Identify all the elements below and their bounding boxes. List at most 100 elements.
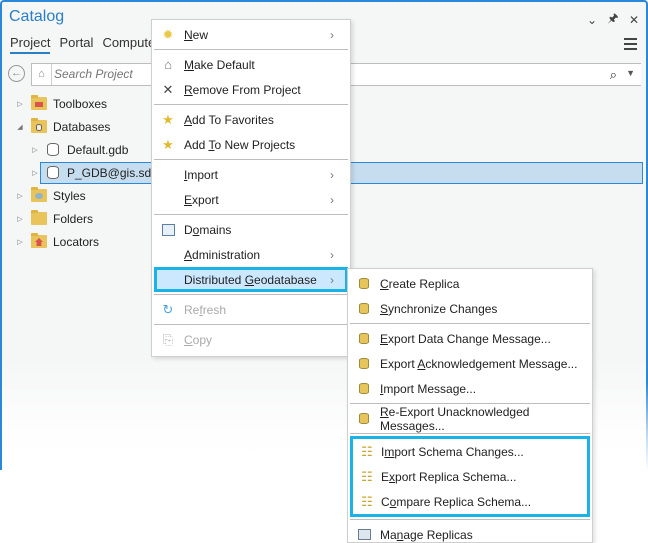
pane-controls: ⌄ 🖈︎ ✕ — [586, 9, 640, 30]
submenu-item-import-message[interactable]: Import Message... — [348, 376, 592, 401]
submenu-arrow-icon: › — [330, 272, 334, 287]
menu-separator — [154, 104, 348, 105]
import-schema-icon: ☷ — [361, 443, 373, 459]
menu-item-label: Re-Export Unacknowledged Messages... — [380, 404, 530, 433]
mnemonic-letter: n — [396, 527, 404, 542]
tree-item-label: Locators — [53, 234, 100, 249]
menu-hamburger-icon[interactable] — [624, 38, 637, 53]
expand-caret-icon[interactable]: ▷ — [30, 169, 40, 177]
menu-item-label: Import Message... — [380, 381, 477, 396]
search-icon[interactable]: ⌕ — [610, 67, 617, 83]
collapse-caret-icon[interactable]: ◢ — [15, 123, 25, 131]
chevron-down-icon[interactable]: ⌄ — [586, 13, 598, 27]
mnemonic-letter: C — [380, 276, 389, 291]
tab-portal[interactable]: Portal — [59, 35, 93, 54]
menu-item-add-to-favorites[interactable]: ★ Add To Favorites — [152, 107, 350, 132]
menu-item-new[interactable]: ✹ New › — [152, 22, 350, 47]
menu-item-remove-from-project[interactable]: ✕ Remove From Project — [152, 77, 350, 102]
menu-item-administration[interactable]: Administration › — [152, 242, 350, 267]
submenu-arrow-icon: › — [330, 167, 334, 182]
menu-item-label: Manage Replicas — [380, 527, 473, 542]
menu-item-copy[interactable]: ⎘ Copy — [152, 327, 350, 352]
export-schema-icon: ☷ — [361, 468, 373, 484]
chevron-down-icon[interactable]: ▼ — [626, 68, 635, 78]
submenu-item-synchronize-changes[interactable]: Synchronize Changes — [348, 296, 592, 321]
mnemonic-letter: I — [380, 381, 384, 396]
default-gdb-icon — [47, 143, 59, 156]
star-pin-icon: ★ — [162, 136, 174, 152]
mnemonic-letter: E — [380, 331, 389, 346]
expand-caret-icon[interactable]: ▷ — [15, 215, 25, 223]
tree-item-label: Databases — [53, 119, 111, 134]
pane-tabs: Project Portal Computer — [10, 35, 160, 54]
mnemonic-letter: A — [184, 247, 193, 262]
menu-item-label: Export Data Change Message... — [380, 331, 551, 346]
submenu-arrow-icon: › — [330, 27, 334, 42]
expand-caret-icon[interactable]: ▷ — [30, 146, 40, 154]
star-icon: ★ — [162, 111, 174, 127]
menu-separator — [154, 159, 348, 160]
mnemonic-letter: C — [184, 332, 193, 347]
export-data-change-icon — [359, 333, 369, 344]
schema-items-highlight-box: ☷ Import Schema Changes... ☷ Export Repl… — [350, 436, 590, 517]
submenu-item-export-replica-schema[interactable]: ☷ Export Replica Schema... — [353, 464, 587, 489]
folder-icon — [31, 210, 47, 225]
mnemonic-letter: o — [192, 222, 200, 237]
menu-item-label: Export Acknowledgement Message... — [380, 356, 578, 371]
menu-item-import[interactable]: Import › — [152, 162, 350, 187]
mnemonic-letter: E — [184, 192, 193, 207]
context-menu: ✹ New › ⌂ Make Default ✕ Remove From Pro… — [151, 19, 351, 357]
submenu-item-re-export-unacknowledged[interactable]: Re-Export Unacknowledged Messages... — [348, 404, 592, 433]
submenu-item-manage-replicas[interactable]: Manage Replicas — [348, 522, 592, 543]
mnemonic-letter: f — [199, 302, 203, 317]
expand-caret-icon[interactable]: ▷ — [15, 238, 25, 246]
tree-item-label: Default.gdb — [67, 142, 129, 157]
menu-item-refresh[interactable]: ↻ Refresh — [152, 297, 350, 322]
menu-item-label: Add To Favorites — [184, 112, 274, 127]
expand-caret-icon[interactable]: ▷ — [15, 100, 25, 108]
tab-project[interactable]: Project — [10, 35, 51, 54]
menu-separator — [154, 324, 348, 325]
menu-item-label: Administration — [184, 247, 261, 262]
submenu-item-export-acknowledgement-message[interactable]: Export Acknowledgement Message... — [348, 351, 592, 376]
home-icon[interactable]: ⌂ — [32, 64, 52, 85]
tree-item-label: Folders — [53, 211, 94, 226]
menu-item-domains[interactable]: Domains — [152, 217, 350, 242]
pin-icon[interactable]: 🖈︎ — [607, 9, 619, 30]
tree-item-label: P_GDB@gis.sde — [67, 165, 158, 180]
submenu-item-create-replica[interactable]: Create Replica — [348, 271, 592, 296]
menu-item-label: Domains — [184, 222, 232, 237]
menu-separator — [154, 294, 348, 295]
mnemonic-letter: o — [389, 494, 397, 509]
menu-item-label: Distributed Geodatabase — [184, 272, 317, 287]
menu-item-label: Import Schema Changes... — [381, 444, 524, 459]
menu-item-distributed-geodatabase[interactable]: Distributed Geodatabase › — [154, 267, 348, 292]
pane-title: Catalog — [9, 8, 65, 25]
distributed-geodatabase-submenu: Create Replica Synchronize Changes Expor… — [347, 268, 593, 543]
export-acknowledgement-icon — [359, 358, 369, 369]
mnemonic-letter: R — [380, 404, 389, 419]
sde-connection-icon — [47, 166, 59, 179]
submenu-item-import-schema-changes[interactable]: ☷ Import Schema Changes... — [353, 439, 587, 464]
refresh-icon: ↻ — [162, 301, 174, 317]
mnemonic-letter: S — [380, 301, 389, 316]
mnemonic-letter: T — [208, 137, 215, 152]
tree-item-label: Toolboxes — [53, 96, 108, 111]
menu-item-make-default[interactable]: ⌂ Make Default — [152, 52, 350, 77]
menu-item-add-to-new-projects[interactable]: ★ Add To New Projects — [152, 132, 350, 157]
back-arrow-icon[interactable]: ← — [8, 65, 25, 82]
mnemonic-letter: A — [184, 112, 193, 127]
menu-separator — [350, 323, 590, 324]
menu-item-label: New — [184, 27, 209, 42]
re-export-icon — [359, 413, 369, 424]
menu-item-export[interactable]: Export › — [152, 187, 350, 212]
submenu-item-export-data-change-message[interactable]: Export Data Change Message... — [348, 326, 592, 351]
mnemonic-letter: x — [389, 469, 396, 484]
menu-item-label: Compare Replica Schema... — [381, 494, 532, 509]
manage-replicas-icon — [357, 529, 371, 540]
close-icon[interactable]: ✕ — [628, 13, 640, 27]
mnemonic-letter: G — [244, 272, 255, 287]
expand-caret-icon[interactable]: ▷ — [15, 192, 25, 200]
submenu-item-compare-replica-schema[interactable]: ☷ Compare Replica Schema... — [353, 489, 587, 514]
mnemonic-letter: R — [184, 82, 193, 97]
